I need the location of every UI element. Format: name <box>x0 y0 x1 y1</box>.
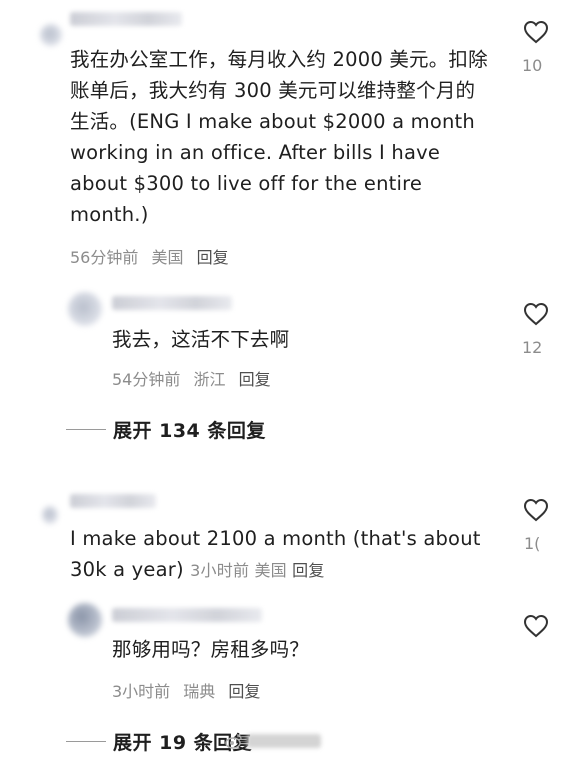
comment-meta: 3小时前 美国 回复 <box>190 561 324 580</box>
weibo-watermark-icon <box>225 734 242 749</box>
comment-location: 瑞典 <box>183 682 216 701</box>
username-blurred[interactable] <box>70 494 156 508</box>
comment-meta: 3小时前 瑞典 回复 <box>112 678 260 702</box>
comment-time: 3小时前 <box>190 561 250 580</box>
comment-location: 美国 <box>254 561 287 580</box>
reply-button[interactable]: 回复 <box>197 248 229 267</box>
expand-replies-button[interactable]: 展开 134 条回复 <box>113 416 266 443</box>
comment-text: 我在办公室工作，每月收入约 2000 美元。扣除账单后，我大约有 300 美元可… <box>70 48 488 226</box>
reply-button[interactable]: 回复 <box>292 561 324 580</box>
username-blurred[interactable] <box>70 12 182 26</box>
reply-button[interactable]: 回复 <box>228 682 260 701</box>
like-count: 12 <box>522 338 543 357</box>
avatar[interactable] <box>68 292 102 326</box>
heart-outline-icon[interactable] <box>523 302 549 326</box>
avatar[interactable] <box>68 603 102 637</box>
heart-outline-icon[interactable] <box>523 20 549 44</box>
comment-location: 浙江 <box>193 370 226 389</box>
like-count: 1( <box>524 534 541 553</box>
comment-text: 我去，这活不下去啊 <box>112 328 290 351</box>
watermark <box>225 733 321 749</box>
username-blurred[interactable] <box>112 296 232 310</box>
heart-outline-icon[interactable] <box>523 498 549 522</box>
comment-meta: 56分钟前 美国 回复 <box>70 244 229 268</box>
comment-time: 3小时前 <box>112 682 171 701</box>
comment-time: 54分钟前 <box>112 370 181 389</box>
comment-text: 那够用吗？房租多吗？ <box>112 638 310 661</box>
divider <box>66 741 106 742</box>
avatar[interactable] <box>40 24 62 46</box>
avatar[interactable] <box>42 506 58 524</box>
heart-outline-icon[interactable] <box>523 614 549 638</box>
reply-button[interactable]: 回复 <box>239 370 271 389</box>
comment-meta: 54分钟前 浙江 回复 <box>112 366 271 390</box>
watermark-text-blurred <box>247 734 321 748</box>
divider <box>66 429 106 430</box>
comment-location: 美国 <box>151 248 184 267</box>
username-blurred[interactable] <box>112 608 262 622</box>
comment-text: I make about 2100 a month (that's about … <box>70 523 490 586</box>
like-count: 10 <box>522 56 543 75</box>
comment-time: 56分钟前 <box>70 248 139 267</box>
